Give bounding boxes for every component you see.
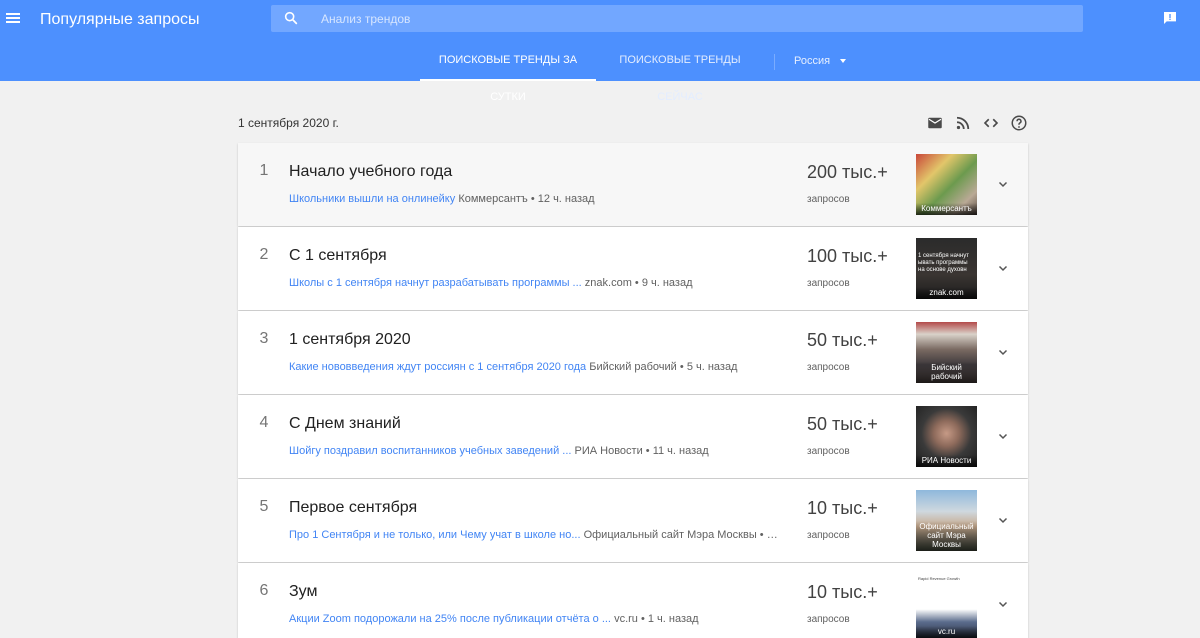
trend-card-4[interactable]: 4 С Днем знаний Шойгу поздравил воспитан… xyxy=(238,395,1028,478)
article-link[interactable]: Шойгу поздравил воспитанников учебных за… xyxy=(289,445,571,457)
thumbnail-caption: znak.com xyxy=(916,287,977,299)
trend-card-2[interactable]: 2 С 1 сентября Школы с 1 сентября начнут… xyxy=(238,227,1028,310)
trend-rank: 2 xyxy=(259,246,269,263)
article-link[interactable]: Какие нововведения ждут россиян с 1 сент… xyxy=(289,361,586,373)
rss-icon[interactable] xyxy=(954,114,972,132)
search-count-label: запросов xyxy=(807,362,850,373)
trend-rank: 1 xyxy=(259,162,269,179)
chevron-down-icon[interactable] xyxy=(998,179,1008,189)
thumbnail-caption: Коммерсантъ xyxy=(916,203,977,215)
search-count-label: запросов xyxy=(807,194,850,205)
article-source: znak.com xyxy=(584,277,632,289)
tab-divider xyxy=(774,54,775,70)
meta-separator: • xyxy=(676,361,687,373)
article-source: Коммерсантъ xyxy=(458,193,528,205)
article-time: 5 ч. назад xyxy=(686,361,738,373)
search-count-label: запросов xyxy=(807,530,850,541)
article-time: 11 ч. назад xyxy=(652,445,709,457)
article-time: 1 ч. назад xyxy=(647,613,699,625)
app-title[interactable]: Популярные запросы xyxy=(40,10,199,30)
tab-realtime-trends[interactable]: ПОИСКОВЫЕ ТРЕНДЫ СЕЙЧАС xyxy=(600,42,760,103)
article-link[interactable]: Акции Zoom подорожали на 25% после публи… xyxy=(289,613,611,625)
trend-rank: 6 xyxy=(259,582,269,599)
search-box[interactable] xyxy=(271,5,1083,32)
search-count-label: запросов xyxy=(807,446,850,457)
geo-select[interactable]: Россия xyxy=(794,42,847,81)
trend-title[interactable]: Начало учебного года xyxy=(289,163,452,181)
trend-rank: 4 xyxy=(259,414,269,431)
meta-separator: • xyxy=(642,445,653,457)
trend-card-5[interactable]: 5 Первое сентября Про 1 Сентября и не то… xyxy=(238,479,1028,562)
news-thumbnail[interactable]: Бийский рабочий xyxy=(916,322,977,383)
trend-card-6[interactable]: 6 Зум Акции Zoom подорожали на 25% после… xyxy=(238,563,1028,638)
thumbnail-caption: Бийский рабочий xyxy=(916,362,977,383)
search-icon[interactable] xyxy=(283,10,299,26)
search-count: 50 тыс.+ xyxy=(807,414,878,434)
article-link[interactable]: Школы с 1 сентября начнут разрабатывать … xyxy=(289,277,582,289)
search-count: 10 тыс.+ xyxy=(807,498,878,518)
thumbnail-caption: РИА Новости xyxy=(916,455,977,467)
tab-daily-trends[interactable]: ПОИСКОВЫЕ ТРЕНДЫ ЗА СУТКИ xyxy=(420,42,596,103)
search-count: 50 тыс.+ xyxy=(807,330,878,350)
chevron-down-icon[interactable] xyxy=(998,515,1008,525)
trend-article: Акции Zoom подорожали на 25% после публи… xyxy=(289,613,789,625)
article-source: Официальный сайт Мэра Москвы xyxy=(583,529,757,541)
trend-title[interactable]: 1 сентября 2020 xyxy=(289,331,411,349)
meta-separator: • xyxy=(631,277,642,289)
meta-separator: • xyxy=(756,529,767,541)
article-source: vc.ru xyxy=(614,613,638,625)
meta-separator: • xyxy=(527,193,538,205)
chevron-down-icon[interactable] xyxy=(998,263,1008,273)
menu-icon[interactable] xyxy=(4,9,22,27)
news-thumbnail[interactable]: Официальный сайт Мэра Москвы xyxy=(916,490,977,551)
embed-code-icon[interactable] xyxy=(982,114,1000,132)
article-time: 12 ч. назад xyxy=(537,193,595,205)
thumbnail-caption: Официальный сайт Мэра Москвы xyxy=(916,521,977,551)
trend-article: Школьники вышли на онлинейку Коммерсантъ… xyxy=(289,193,789,205)
trend-article: Школы с 1 сентября начнут разрабатывать … xyxy=(289,277,789,289)
trend-article: Шойгу поздравил воспитанников учебных за… xyxy=(289,445,789,457)
news-thumbnail[interactable]: Rapid Revenue Growth vc.ru xyxy=(916,574,977,638)
news-thumbnail[interactable]: Коммерсантъ xyxy=(916,154,977,215)
article-time: … xyxy=(766,529,778,541)
meta-separator: • xyxy=(637,613,648,625)
thumbnail-text: Rapid Revenue Growth xyxy=(918,576,960,581)
feedback-icon[interactable] xyxy=(1162,10,1178,26)
tabs-bar: ПОИСКОВЫЕ ТРЕНДЫ ЗА СУТКИ ПОИСКОВЫЕ ТРЕН… xyxy=(0,42,1200,103)
search-input[interactable] xyxy=(321,5,1061,32)
top-app-bar: Популярные запросы ПОИСКОВЫЕ ТРЕНДЫ ЗА С… xyxy=(0,0,1200,103)
chevron-down-icon[interactable] xyxy=(998,431,1008,441)
trend-card-1[interactable]: 1 Начало учебного года Школьники вышли н… xyxy=(238,143,1028,226)
trend-card-3[interactable]: 3 1 сентября 2020 Какие нововведения жду… xyxy=(238,311,1028,394)
help-icon[interactable] xyxy=(1010,114,1028,132)
trend-article: Какие нововведения ждут россиян с 1 сент… xyxy=(289,361,789,373)
news-thumbnail[interactable]: РИА Новости xyxy=(916,406,977,467)
trend-title[interactable]: С Днем знаний xyxy=(289,415,401,433)
chevron-down-icon[interactable] xyxy=(998,347,1008,357)
article-link[interactable]: Школьники вышли на онлинейку xyxy=(289,193,455,205)
trend-title[interactable]: С 1 сентября xyxy=(289,247,387,265)
search-count: 200 тыс.+ xyxy=(807,162,888,182)
article-time: 9 ч. назад xyxy=(641,277,693,289)
search-count: 10 тыс.+ xyxy=(807,582,878,602)
chevron-down-icon[interactable] xyxy=(998,599,1008,609)
trend-title[interactable]: Зум xyxy=(289,583,317,601)
article-link[interactable]: Про 1 Сентября и не только, или Чему уча… xyxy=(289,529,581,541)
date-label: 1 сентября 2020 г. xyxy=(238,116,339,130)
trend-rank: 3 xyxy=(259,330,269,347)
email-icon[interactable] xyxy=(926,114,944,132)
trend-article: Про 1 Сентября и не только, или Чему уча… xyxy=(289,529,789,541)
caret-down-icon xyxy=(840,59,847,64)
search-count-label: запросов xyxy=(807,278,850,289)
news-thumbnail[interactable]: 1 сентября начнут ывать программы на осн… xyxy=(916,238,977,299)
article-source: Бийский рабочий xyxy=(589,361,677,373)
thumbnail-caption: vc.ru xyxy=(916,626,977,638)
search-count-label: запросов xyxy=(807,614,850,625)
trend-rank: 5 xyxy=(259,498,269,515)
trend-title[interactable]: Первое сентября xyxy=(289,499,417,517)
geo-select-label: Россия xyxy=(794,55,831,67)
article-source: РИА Новости xyxy=(574,445,643,457)
thumbnail-text: 1 сентября начнут ывать программы на осн… xyxy=(918,253,969,273)
search-count: 100 тыс.+ xyxy=(807,246,888,266)
